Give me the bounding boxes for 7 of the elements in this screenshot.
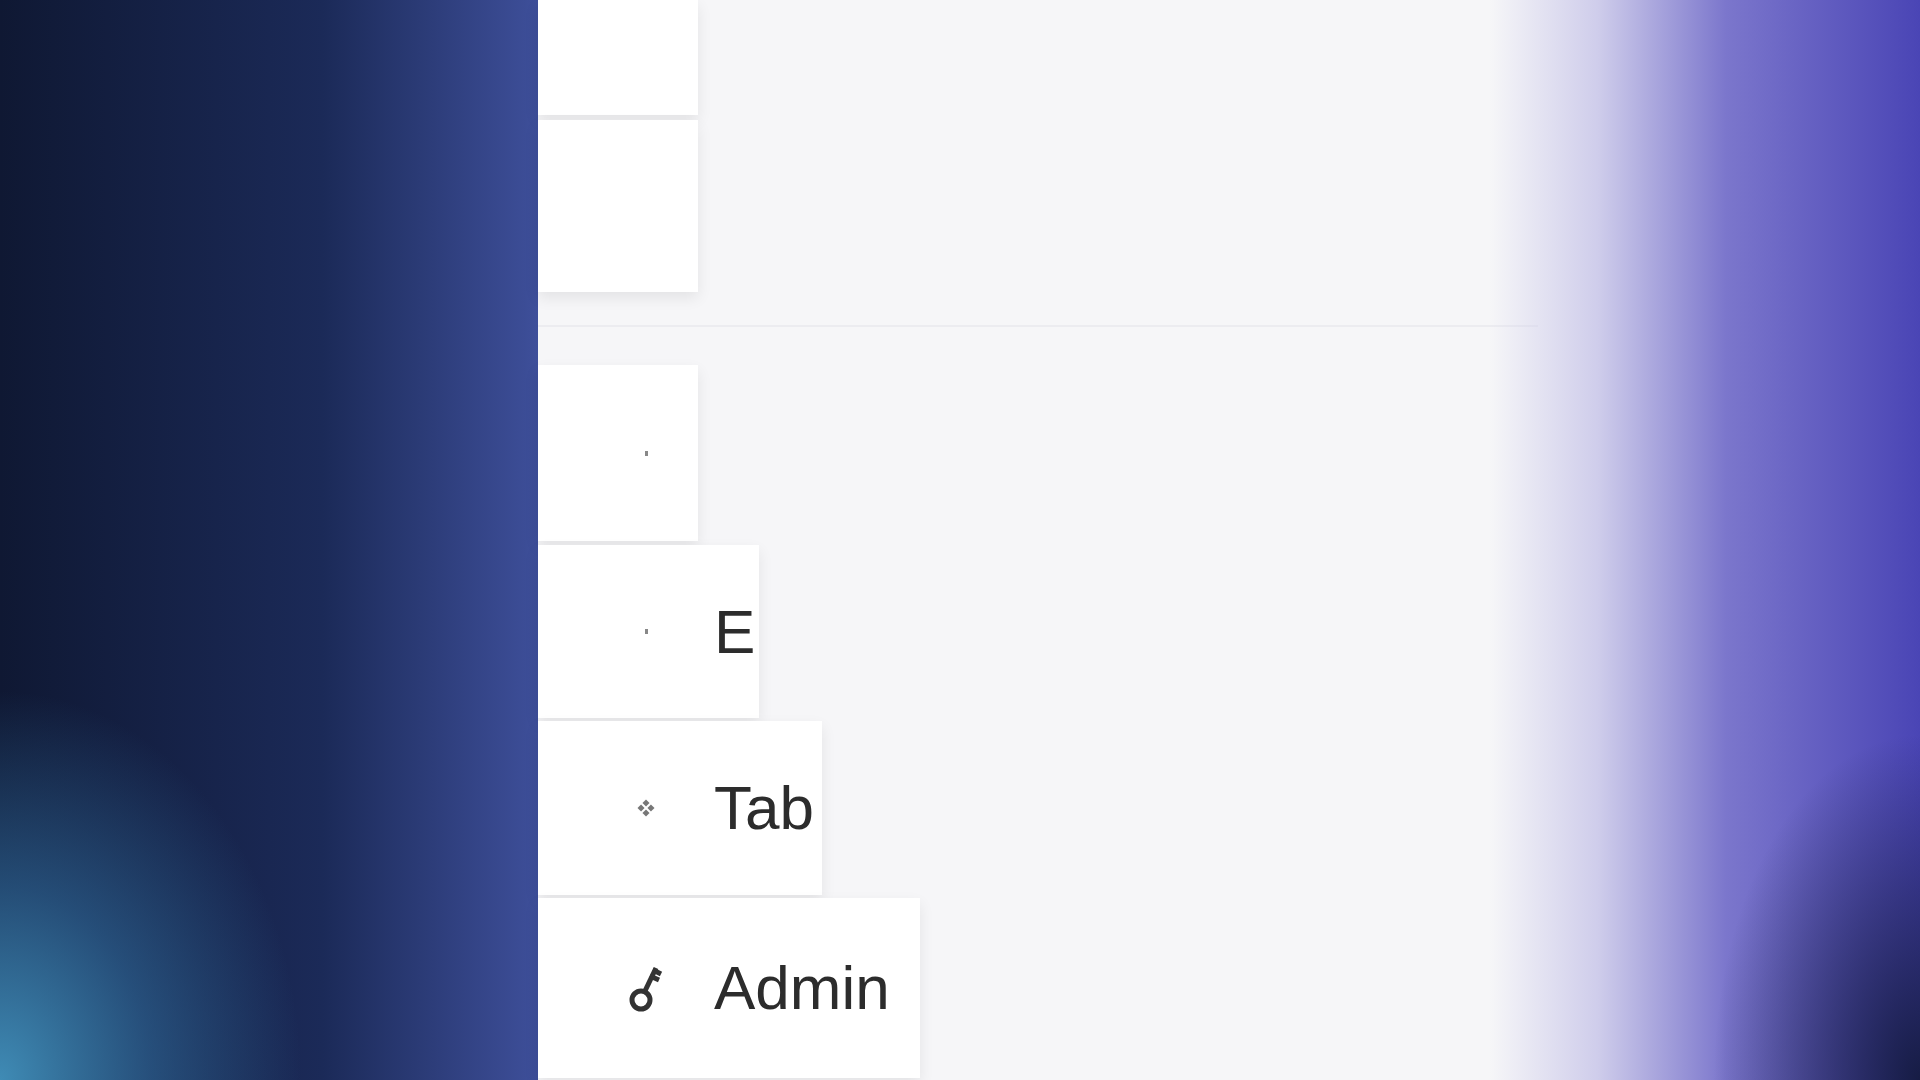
menu-item[interactable]: Admin [538, 898, 920, 1078]
menu-item[interactable] [538, 365, 698, 541]
menu-item[interactable]: Tab [538, 721, 822, 895]
menu-item[interactable] [538, 0, 698, 115]
grid-icon [637, 799, 655, 817]
menu-item[interactable] [538, 120, 698, 292]
menu-item[interactable]: E [538, 545, 760, 718]
